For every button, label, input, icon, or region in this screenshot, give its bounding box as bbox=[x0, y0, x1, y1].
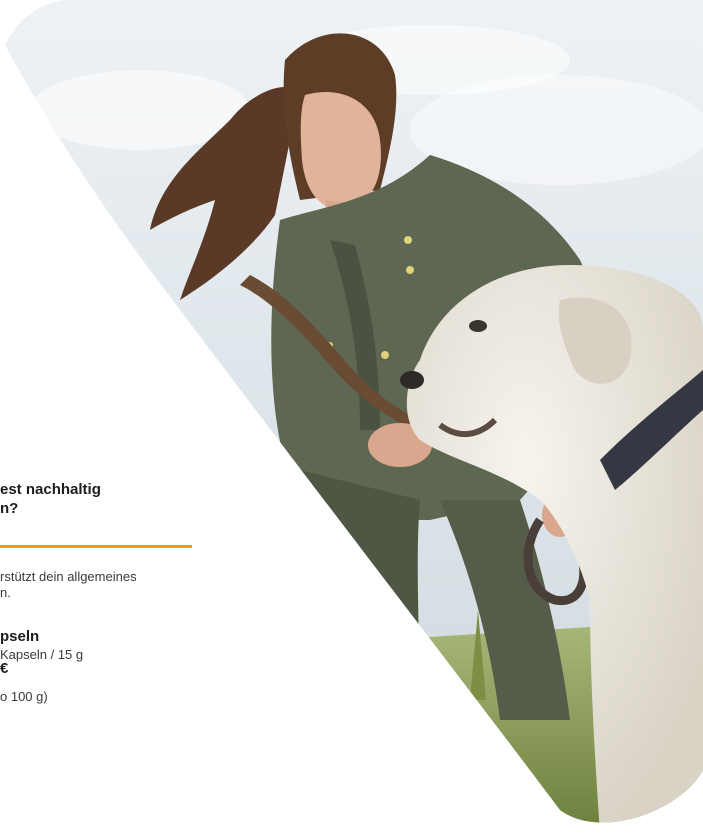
product-package-size: Kapseln / 15 g bbox=[0, 647, 84, 662]
product-unit-price: o 100 g) bbox=[0, 689, 48, 704]
headline-line-2: n? bbox=[0, 500, 19, 517]
jacket-button bbox=[406, 266, 414, 274]
hero-photo bbox=[5, 0, 703, 823]
woman-leg bbox=[300, 470, 420, 720]
description-line-1: rstützt dein allgemeines bbox=[0, 569, 137, 584]
dog-nose bbox=[400, 371, 424, 389]
product-name[interactable]: pseln bbox=[0, 628, 39, 645]
jacket-button bbox=[404, 236, 412, 244]
teaser-headline: est nachhaltig n? bbox=[0, 480, 101, 518]
product-price: € bbox=[0, 660, 9, 677]
page-canvas: est nachhaltig n? rstützt dein allgemein… bbox=[0, 0, 703, 833]
description-line-2: n. bbox=[0, 585, 11, 600]
jacket-button bbox=[381, 351, 389, 359]
dog-eye bbox=[469, 320, 487, 332]
teaser-description: rstützt dein allgemeines n. bbox=[0, 569, 137, 601]
headline-line-1: est nachhaltig bbox=[0, 481, 101, 498]
accent-divider bbox=[0, 545, 192, 548]
